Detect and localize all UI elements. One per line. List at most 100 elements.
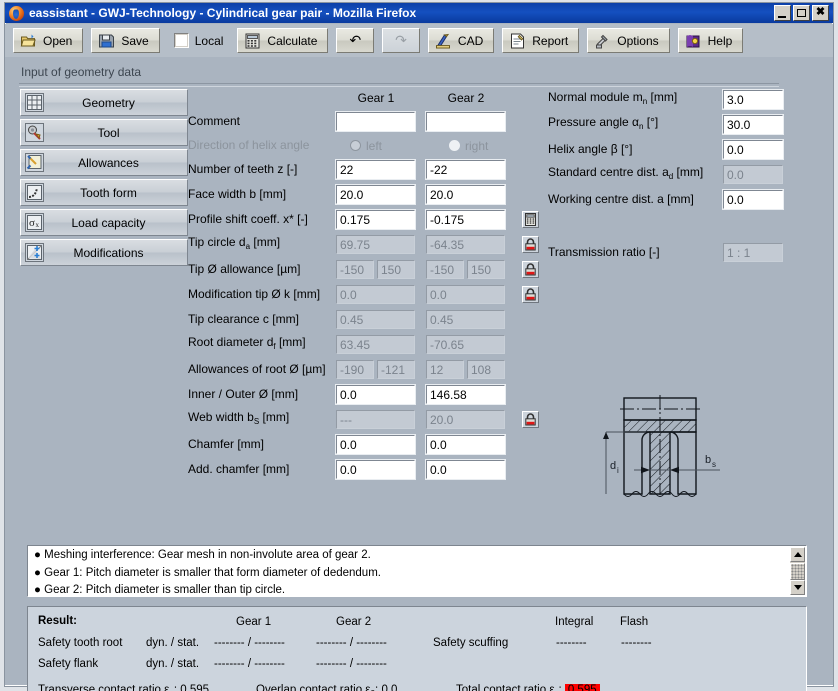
floppy-disk-icon	[99, 34, 115, 47]
addchamfer-gear2-input[interactable]: 0.0	[426, 460, 505, 479]
profileshift-gear2-input[interactable]: -0.175	[426, 210, 505, 229]
result-scuffing-label: Safety scuffing	[433, 637, 509, 649]
svg-text:d: d	[610, 460, 616, 472]
sidebar-item-tooth-form[interactable]: Tooth form	[20, 179, 188, 206]
radio-helix-right: right	[441, 139, 529, 153]
sidebar-item-geometry[interactable]: Geometry	[20, 89, 188, 116]
label-comment: Comment	[188, 114, 241, 128]
undo-button[interactable]: ↶	[336, 28, 375, 53]
row-normal-module: Normal module mn [mm] 3.0	[548, 87, 788, 112]
redo-button: ↷	[382, 28, 420, 53]
scroll-down-button[interactable]	[790, 580, 805, 595]
open-button[interactable]: Open	[13, 28, 84, 53]
row-transmission-ratio: Transmission ratio [-] 1 : 1	[548, 240, 788, 265]
label-standard-centre-dist: Standard centre dist. ad [mm]	[548, 165, 704, 182]
web-width-lock-button[interactable]	[522, 411, 539, 428]
messages-scrollbar[interactable]	[790, 547, 805, 595]
report-icon	[511, 33, 525, 48]
facewidth-gear2-input[interactable]: 20.0	[426, 185, 505, 204]
checkbox-box[interactable]	[173, 33, 189, 48]
row-tip-circle: Tip circle da [mm] 69.75 -64.35	[188, 232, 548, 257]
webwidth-gear1-value: ---	[336, 410, 415, 429]
window-controls: ✖	[774, 5, 829, 21]
result-transverse-contact-ratio: Transverse contact ratio εα: 0.595	[38, 684, 210, 691]
radio-button	[350, 140, 361, 151]
calculate-button[interactable]: Calculate	[237, 28, 329, 53]
helix-angle-input[interactable]: 0.0	[723, 140, 783, 159]
addchamfer-gear1-input[interactable]: 0.0	[336, 460, 415, 479]
chamfer-gear2-input[interactable]: 0.0	[426, 435, 505, 454]
sidebar-item-modifications[interactable]: Modifications	[20, 239, 188, 266]
pencil-sheet-icon	[25, 153, 44, 172]
teeth-gear2-input[interactable]: -22	[426, 160, 505, 179]
tip-allowance-lock-button[interactable]	[522, 261, 539, 278]
report-button[interactable]: Report	[502, 28, 580, 53]
result-row-flank-gear2: -------- / --------	[316, 658, 387, 670]
help-label: Help	[707, 33, 733, 48]
svg-text:x: x	[36, 221, 40, 229]
row-working-centre-dist: Working centre dist. a [mm] 0.0	[548, 187, 788, 212]
comment-gear1-input[interactable]	[336, 112, 415, 131]
innerouter-gear2-input[interactable]: 146.58	[426, 385, 505, 404]
radio-helix-left: left	[336, 139, 430, 153]
minimize-button[interactable]	[774, 5, 791, 21]
result-scuffing-integral: --------	[556, 637, 587, 649]
help-button[interactable]: Help	[677, 28, 744, 53]
geometry-form: Gear 1 Gear 2 Comment Direction of helix…	[188, 87, 548, 482]
label-normal-module: Normal module mn [mm]	[548, 90, 678, 107]
parameters-panel: Normal module mn [mm] 3.0 Pressure angle…	[548, 87, 788, 265]
scrollbar-thumb[interactable]	[790, 562, 805, 581]
row-face-width: Face width b [mm] 20.0 20.0	[188, 182, 548, 207]
column-header-gear2: Gear 2	[447, 91, 485, 105]
facewidth-gear1-input[interactable]: 20.0	[336, 185, 415, 204]
report-label: Report	[532, 33, 569, 48]
result-title: Result:	[38, 615, 77, 627]
profile-shift-calculator-button[interactable]	[522, 211, 539, 228]
result-row-flank-mode: dyn. / stat.	[146, 658, 200, 670]
label-tip-circle: Tip circle da [mm]	[188, 235, 281, 252]
sidebar-item-label: Geometry	[82, 95, 135, 110]
row-tip-clearance: Tip clearance c [mm] 0.45 0.45	[188, 307, 548, 332]
sidebar-item-allowances[interactable]: Allowances	[20, 149, 188, 176]
sidebar-item-label: Tool	[97, 125, 120, 140]
sidebar-item-load-capacity[interactable]: σx Load capacity	[20, 209, 188, 236]
pressure-angle-input[interactable]: 30.0	[723, 115, 783, 134]
options-button[interactable]: Options	[587, 28, 670, 53]
transmission-ratio-value: 1 : 1	[723, 243, 783, 262]
innerouter-gear1-input[interactable]: 0.0	[336, 385, 415, 404]
window-title: eassistant - GWJ-Technology - Cylindrica…	[29, 6, 417, 20]
sidebar-item-tool[interactable]: Tool	[20, 119, 188, 146]
result-row-tooth-root-mode: dyn. / stat.	[146, 637, 200, 649]
maximize-button[interactable]	[793, 5, 810, 21]
comment-gear2-input[interactable]	[426, 112, 505, 131]
normal-module-input[interactable]: 3.0	[723, 90, 783, 109]
scroll-up-button[interactable]	[790, 547, 805, 562]
working-centre-dist-input[interactable]: 0.0	[723, 190, 783, 209]
gear-web-diagram: d i b s	[603, 395, 720, 497]
row-web-width: Web width bS [mm] --- 20.0	[188, 407, 548, 432]
chamfer-gear1-input[interactable]: 0.0	[336, 435, 415, 454]
modification-tip-lock-button[interactable]	[522, 286, 539, 303]
row-profile-shift: Profile shift coeff. x* [-] 0.175 -0.175	[188, 207, 548, 232]
tipcircle-gear2-value: -64.35	[426, 235, 505, 254]
message-line: ● Gear 1: Pitch diameter is smaller that…	[34, 566, 381, 579]
result-scuffing-flash: --------	[621, 637, 652, 649]
local-label: Local	[194, 33, 224, 48]
sigma-x-icon: σx	[25, 213, 44, 232]
radio-right-label: right	[465, 138, 489, 153]
tip-circle-lock-button[interactable]	[522, 236, 539, 253]
label-helix-angle: Helix angle β [°]	[548, 142, 633, 156]
row-number-of-teeth: Number of teeth z [-] 22 -22	[188, 157, 548, 182]
svg-text:i: i	[617, 466, 619, 475]
svg-text:s: s	[712, 460, 716, 469]
save-button[interactable]: Save	[91, 28, 160, 53]
teeth-gear1-input[interactable]: 22	[336, 160, 415, 179]
standard-centre-dist-value: 0.0	[723, 165, 783, 184]
label-profile-shift: Profile shift coeff. x* [-]	[188, 212, 308, 226]
local-checkbox[interactable]: Local	[173, 33, 224, 48]
cad-button[interactable]: CAD	[427, 28, 495, 53]
close-button[interactable]: ✖	[812, 5, 829, 21]
profileshift-gear1-input[interactable]: 0.175	[336, 210, 415, 229]
modification-icon	[25, 243, 44, 262]
row-root-allowances: Allowances of root Ø [µm] -190 -121 12 1…	[188, 357, 548, 382]
